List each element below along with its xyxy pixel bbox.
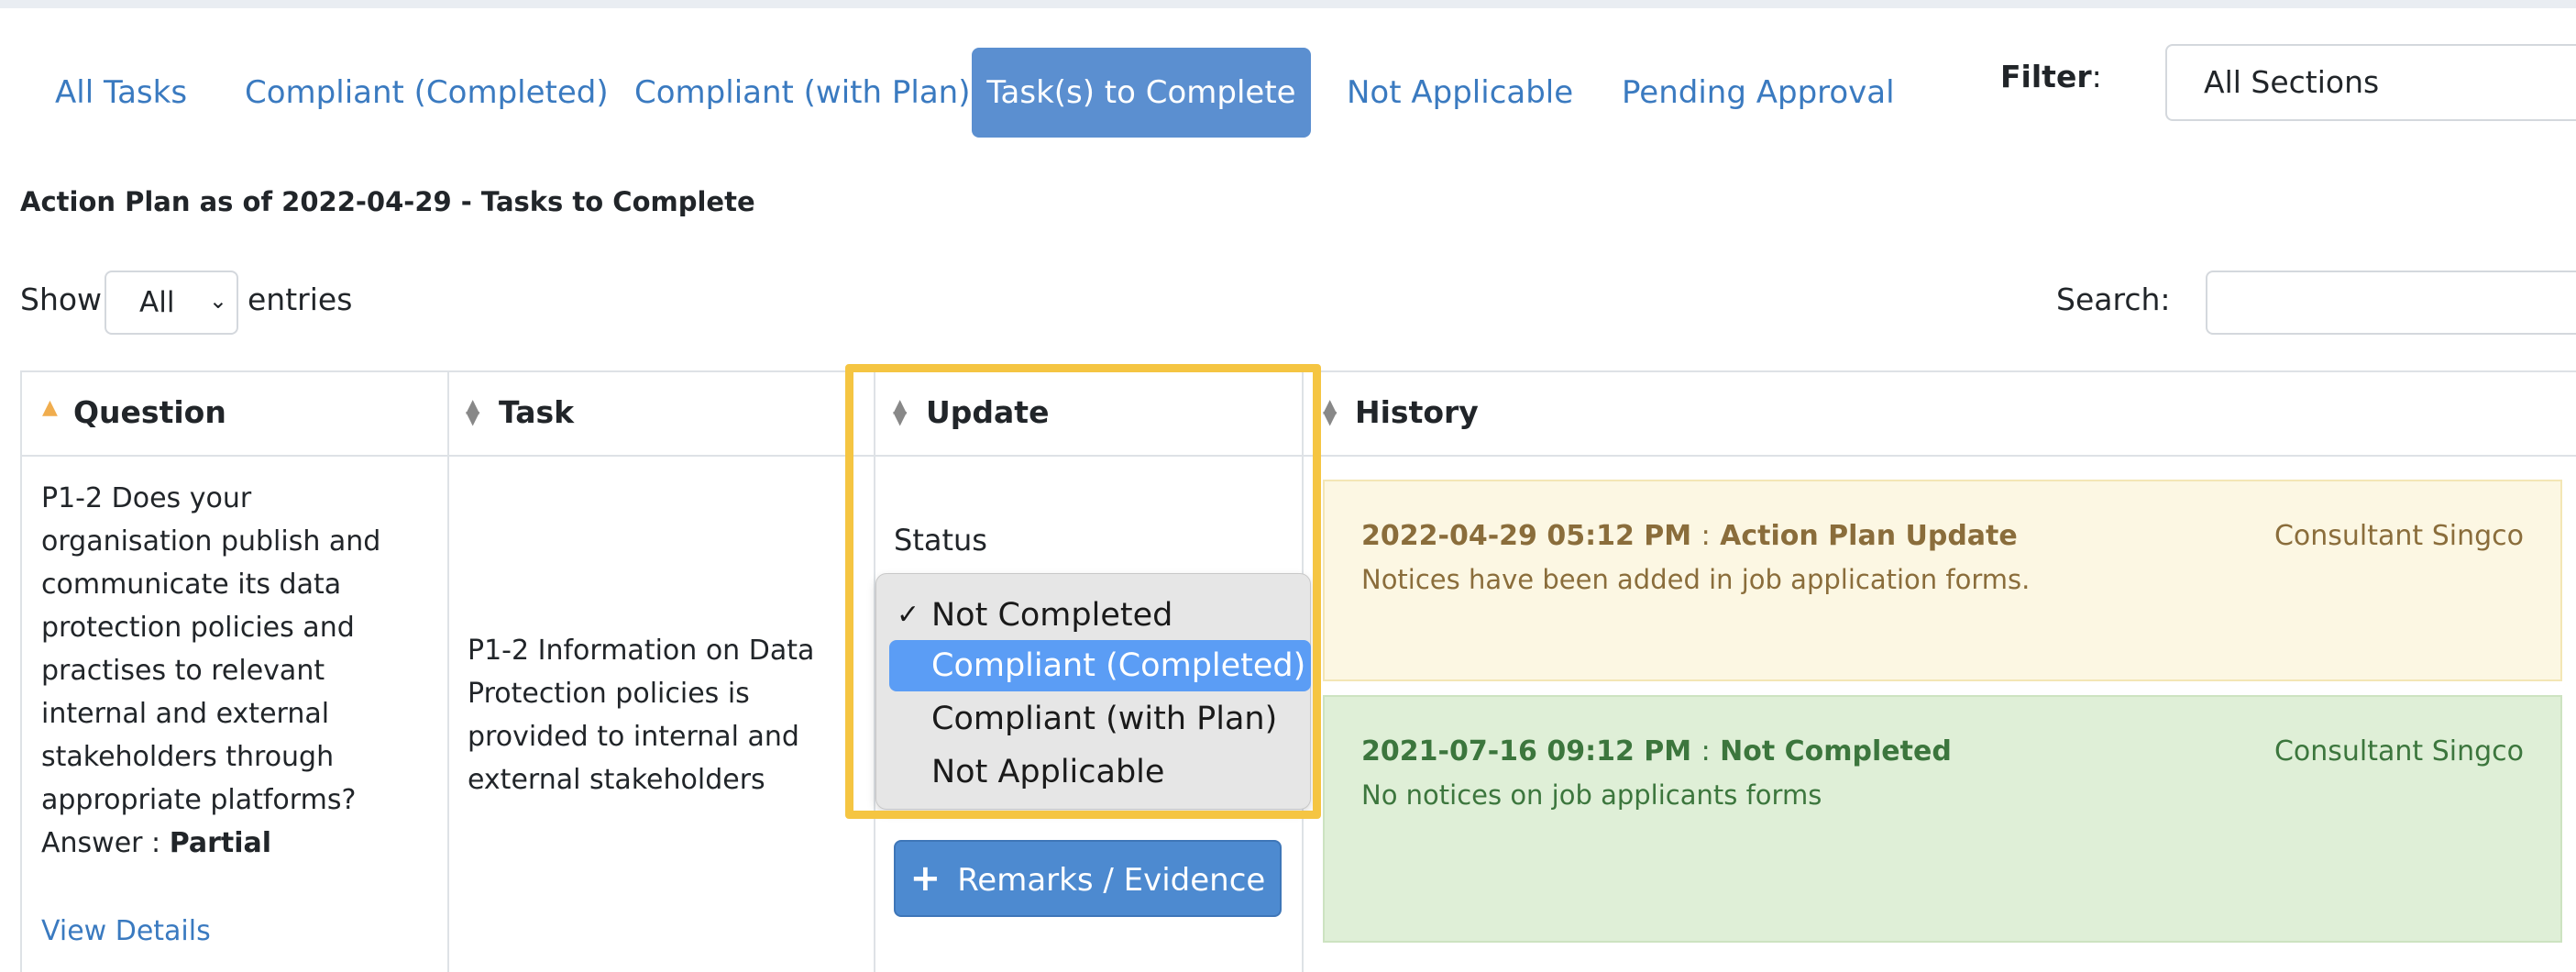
annotation-highlight-box xyxy=(845,364,1321,819)
history-entry: 2021-07-16 09:12 PM : Not Completed No n… xyxy=(1323,695,2562,943)
answer: Answer : Partial xyxy=(41,827,272,859)
history-entry: 2022-04-29 05:12 PM : Action Plan Update… xyxy=(1323,480,2562,681)
plus-icon: + xyxy=(909,857,941,900)
page-title: Action Plan as of 2022-04-29 - Tasks to … xyxy=(20,186,755,217)
sort-icon[interactable]: ▲ ▼ xyxy=(1323,396,1337,426)
column-header-history[interactable]: History xyxy=(1355,394,1479,430)
history-entry-author: Consultant Singco xyxy=(2273,520,2524,552)
filter-select-value: All Sections xyxy=(2204,64,2380,100)
view-details-link[interactable]: View Details xyxy=(41,915,211,947)
search-label: Search: xyxy=(2056,282,2171,317)
top-border xyxy=(0,0,2576,8)
search-input[interactable] xyxy=(2206,271,2576,335)
column-header-question[interactable]: Question xyxy=(73,394,226,430)
show-label: Show xyxy=(20,282,103,317)
history-entry-author: Consultant Singco xyxy=(2273,735,2524,768)
chevron-down-icon: ⌄ xyxy=(2573,46,2576,119)
sort-ascending-icon[interactable]: ▲ xyxy=(42,396,58,419)
history-entry-header: 2022-04-29 05:12 PM : Action Plan Update xyxy=(1361,520,2018,552)
question-text: P1-2 Does your organisation publish and … xyxy=(41,482,381,816)
history-entry-header: 2021-07-16 09:12 PM : Not Completed xyxy=(1361,735,1952,768)
history-entry-body: No notices on job applicants forms xyxy=(1361,779,1822,811)
tab-compliant-completed[interactable]: Compliant (Completed) xyxy=(245,48,609,138)
filter-label: Filter: xyxy=(2000,59,2102,94)
sort-icon[interactable]: ▲ ▼ xyxy=(466,396,479,426)
table-border-left xyxy=(20,370,22,972)
column-header-task[interactable]: Task xyxy=(499,394,574,430)
tab-all-tasks[interactable]: All Tasks xyxy=(55,48,187,138)
remarks-evidence-button[interactable]: + Remarks / Evidence xyxy=(894,840,1282,917)
entries-label: entries xyxy=(248,282,353,317)
column-divider xyxy=(447,370,449,972)
tab-tasks-to-complete[interactable]: Task(s) to Complete xyxy=(972,48,1311,138)
entries-select-value: All xyxy=(139,286,175,319)
tab-compliant-with-plan[interactable]: Compliant (with Plan) xyxy=(634,48,970,138)
section-filter-select[interactable]: All Sections ⌄ xyxy=(2165,44,2576,121)
entries-select[interactable]: All ⌄ xyxy=(105,271,238,335)
history-entry-body: Notices have been added in job applicati… xyxy=(1361,564,2031,595)
task-text: P1-2 Information on Data Protection poli… xyxy=(468,635,815,796)
tab-pending-approval[interactable]: Pending Approval xyxy=(1622,48,1895,138)
tab-not-applicable[interactable]: Not Applicable xyxy=(1347,48,1573,138)
chevron-down-icon: ⌄ xyxy=(208,288,227,314)
